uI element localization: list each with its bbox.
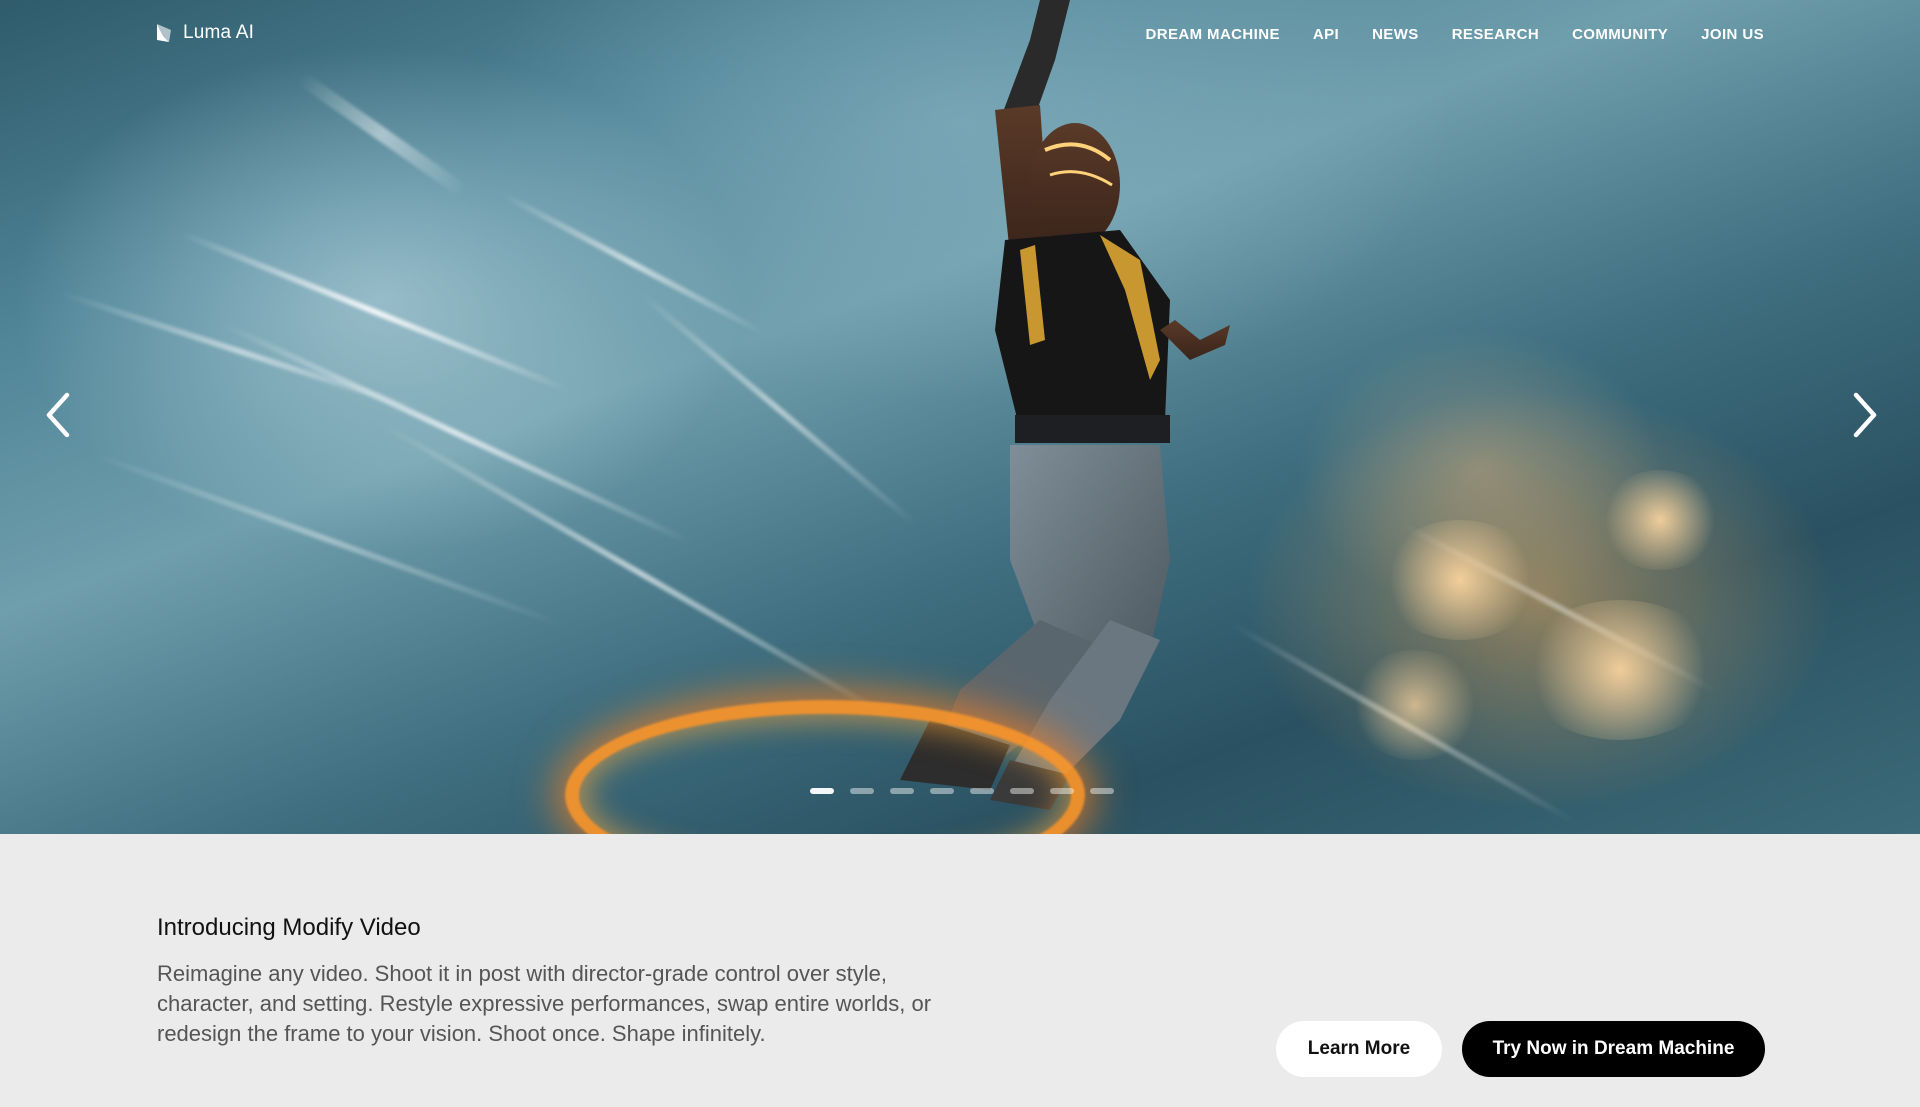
carousel-dot[interactable] [1090, 788, 1114, 794]
nav-menu: DREAM MACHINE API NEWS RESEARCH COMMUNIT… [1145, 26, 1764, 43]
carousel-pagination [810, 788, 1114, 794]
chevron-right-icon [1853, 392, 1877, 438]
nav-item-dream-machine[interactable]: DREAM MACHINE [1145, 26, 1279, 43]
carousel-dot[interactable] [1010, 788, 1034, 794]
nav-item-api[interactable]: API [1313, 26, 1339, 43]
try-now-button[interactable]: Try Now in Dream Machine [1462, 1021, 1765, 1077]
nav-item-join-us[interactable]: JOIN US [1701, 26, 1764, 43]
brand-logo[interactable]: Luma AI [155, 22, 254, 44]
carousel-dot[interactable] [930, 788, 954, 794]
carousel-dot[interactable] [1050, 788, 1074, 794]
nav-item-news[interactable]: NEWS [1372, 26, 1419, 43]
nav-item-community[interactable]: COMMUNITY [1572, 26, 1668, 43]
feature-description: Reimagine any video. Shoot it in post wi… [157, 961, 932, 1046]
skydiver-figure [900, 0, 1230, 810]
carousel-dot[interactable] [850, 788, 874, 794]
learn-more-button[interactable]: Learn More [1276, 1021, 1442, 1077]
carousel-dot[interactable] [890, 788, 914, 794]
carousel-next-button[interactable] [1845, 390, 1885, 440]
nav-item-research[interactable]: RESEARCH [1452, 26, 1539, 43]
feature-section: Introducing Modify Video Reimagine any v… [0, 834, 1920, 1107]
feature-title: Introducing Modify Video [157, 914, 421, 941]
hero-carousel: Luma AI DREAM MACHINE API NEWS RESEARCH … [0, 0, 1920, 834]
luma-logo-icon [157, 24, 171, 42]
chevron-left-icon [46, 392, 70, 438]
brand-name: Luma AI [183, 22, 255, 43]
carousel-prev-button[interactable] [38, 390, 78, 440]
carousel-dot[interactable] [970, 788, 994, 794]
carousel-dot[interactable] [810, 788, 834, 794]
top-navigation: Luma AI DREAM MACHINE API NEWS RESEARCH … [0, 0, 1920, 70]
